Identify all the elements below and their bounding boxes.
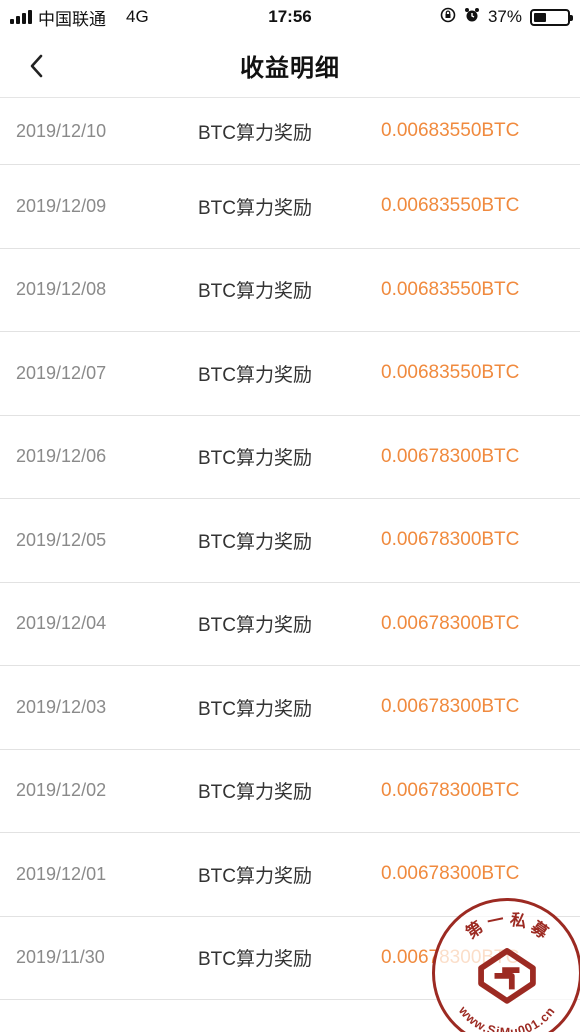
alarm-icon bbox=[464, 7, 480, 28]
item-description: BTC算力奖励 bbox=[198, 531, 313, 553]
carrier-name: 中国联通 bbox=[38, 9, 106, 29]
item-date: 2019/12/09 bbox=[16, 195, 107, 216]
item-amount: 0.00678300BTC bbox=[381, 612, 520, 634]
battery-fill bbox=[534, 12, 546, 22]
navigation-bar: 收益明细 bbox=[0, 34, 580, 98]
item-date: 2019/12/07 bbox=[16, 362, 107, 383]
chevron-left-icon bbox=[30, 54, 43, 78]
item-description: BTC算力奖励 bbox=[198, 865, 313, 887]
item-description: BTC算力奖励 bbox=[198, 364, 313, 386]
status-bar: 中国联通 4G 17:56 37% bbox=[0, 0, 580, 34]
item-description: BTC算力奖励 bbox=[198, 949, 313, 971]
item-amount: 0.00678300BTC bbox=[381, 779, 520, 801]
item-amount: 0.00683550BTC bbox=[381, 278, 520, 300]
item-description: BTC算力奖励 bbox=[198, 281, 313, 303]
list-item: 2019/12/06 BTC算力奖励 0.00678300BTC bbox=[0, 416, 580, 499]
item-amount: 0.00683550BTC bbox=[381, 362, 520, 384]
item-amount: 0.00683550BTC bbox=[381, 120, 520, 141]
status-left: 中国联通 4G bbox=[10, 5, 149, 30]
item-description: BTC算力奖励 bbox=[198, 197, 313, 219]
item-date: 2019/12/03 bbox=[16, 696, 107, 717]
watermark-logo-icon bbox=[478, 948, 536, 1004]
list-item: 2019/12/04 BTC算力奖励 0.00678300BTC bbox=[0, 583, 580, 666]
status-right: 37% bbox=[440, 7, 573, 28]
item-amount: 0.00683550BTC bbox=[381, 195, 520, 217]
list-item: 2019/12/07 BTC算力奖励 0.00683550BTC bbox=[0, 332, 580, 416]
item-date: 2019/12/06 bbox=[16, 446, 107, 467]
item-description: BTC算力奖励 bbox=[198, 122, 313, 144]
item-description: BTC算力奖励 bbox=[198, 448, 313, 470]
list-item: 2019/12/09 BTC算力奖励 0.00683550BTC bbox=[0, 165, 580, 249]
item-date: 2019/12/02 bbox=[16, 780, 107, 801]
signal-icon bbox=[10, 10, 32, 24]
item-amount: 0.00678300BTC bbox=[381, 445, 520, 467]
item-description: BTC算力奖励 bbox=[198, 698, 313, 720]
list-item: 2019/12/02 BTC算力奖励 0.00678300BTC bbox=[0, 750, 580, 833]
earnings-list: 2019/12/10 BTC算力奖励 0.00683550BTC 2019/12/09… bbox=[0, 98, 580, 1000]
battery-icon bbox=[530, 8, 573, 26]
item-description: BTC算力奖励 bbox=[198, 782, 313, 804]
list-item: 2019/12/05 BTC算力奖励 0.00678300BTC bbox=[0, 499, 580, 583]
item-amount: 0.00678300BTC bbox=[381, 529, 520, 551]
watermark-seal: 第 一 私 募 www.SiMu001.cn bbox=[432, 898, 580, 1032]
svg-text:www.SiMu001.cn: www.SiMu001.cn bbox=[455, 1003, 558, 1032]
item-date: 2019/12/04 bbox=[16, 613, 107, 634]
item-date: 2019/12/05 bbox=[16, 529, 107, 550]
item-amount: 0.00678300BTC bbox=[381, 863, 520, 885]
back-button[interactable] bbox=[18, 48, 54, 84]
item-date: 2019/11/30 bbox=[16, 947, 105, 968]
item-description: BTC算力奖励 bbox=[198, 615, 313, 637]
item-date: 2019/12/10 bbox=[16, 120, 107, 141]
rotation-lock-icon bbox=[440, 7, 456, 28]
page-title: 收益明细 bbox=[240, 55, 340, 82]
network-type: 4G bbox=[126, 7, 149, 26]
item-date: 2019/12/01 bbox=[16, 863, 107, 884]
svg-text:第 一 私 募: 第 一 私 募 bbox=[462, 911, 552, 943]
list-item: 2019/12/03 BTC算力奖励 0.00678300BTC bbox=[0, 666, 580, 750]
item-amount: 0.00678300BTC bbox=[381, 696, 520, 718]
list-item: 2019/12/10 BTC算力奖励 0.00683550BTC bbox=[0, 98, 580, 165]
list-item: 2019/12/08 BTC算力奖励 0.00683550BTC bbox=[0, 249, 580, 332]
item-date: 2019/12/08 bbox=[16, 279, 107, 300]
battery-percent: 37% bbox=[487, 7, 522, 26]
